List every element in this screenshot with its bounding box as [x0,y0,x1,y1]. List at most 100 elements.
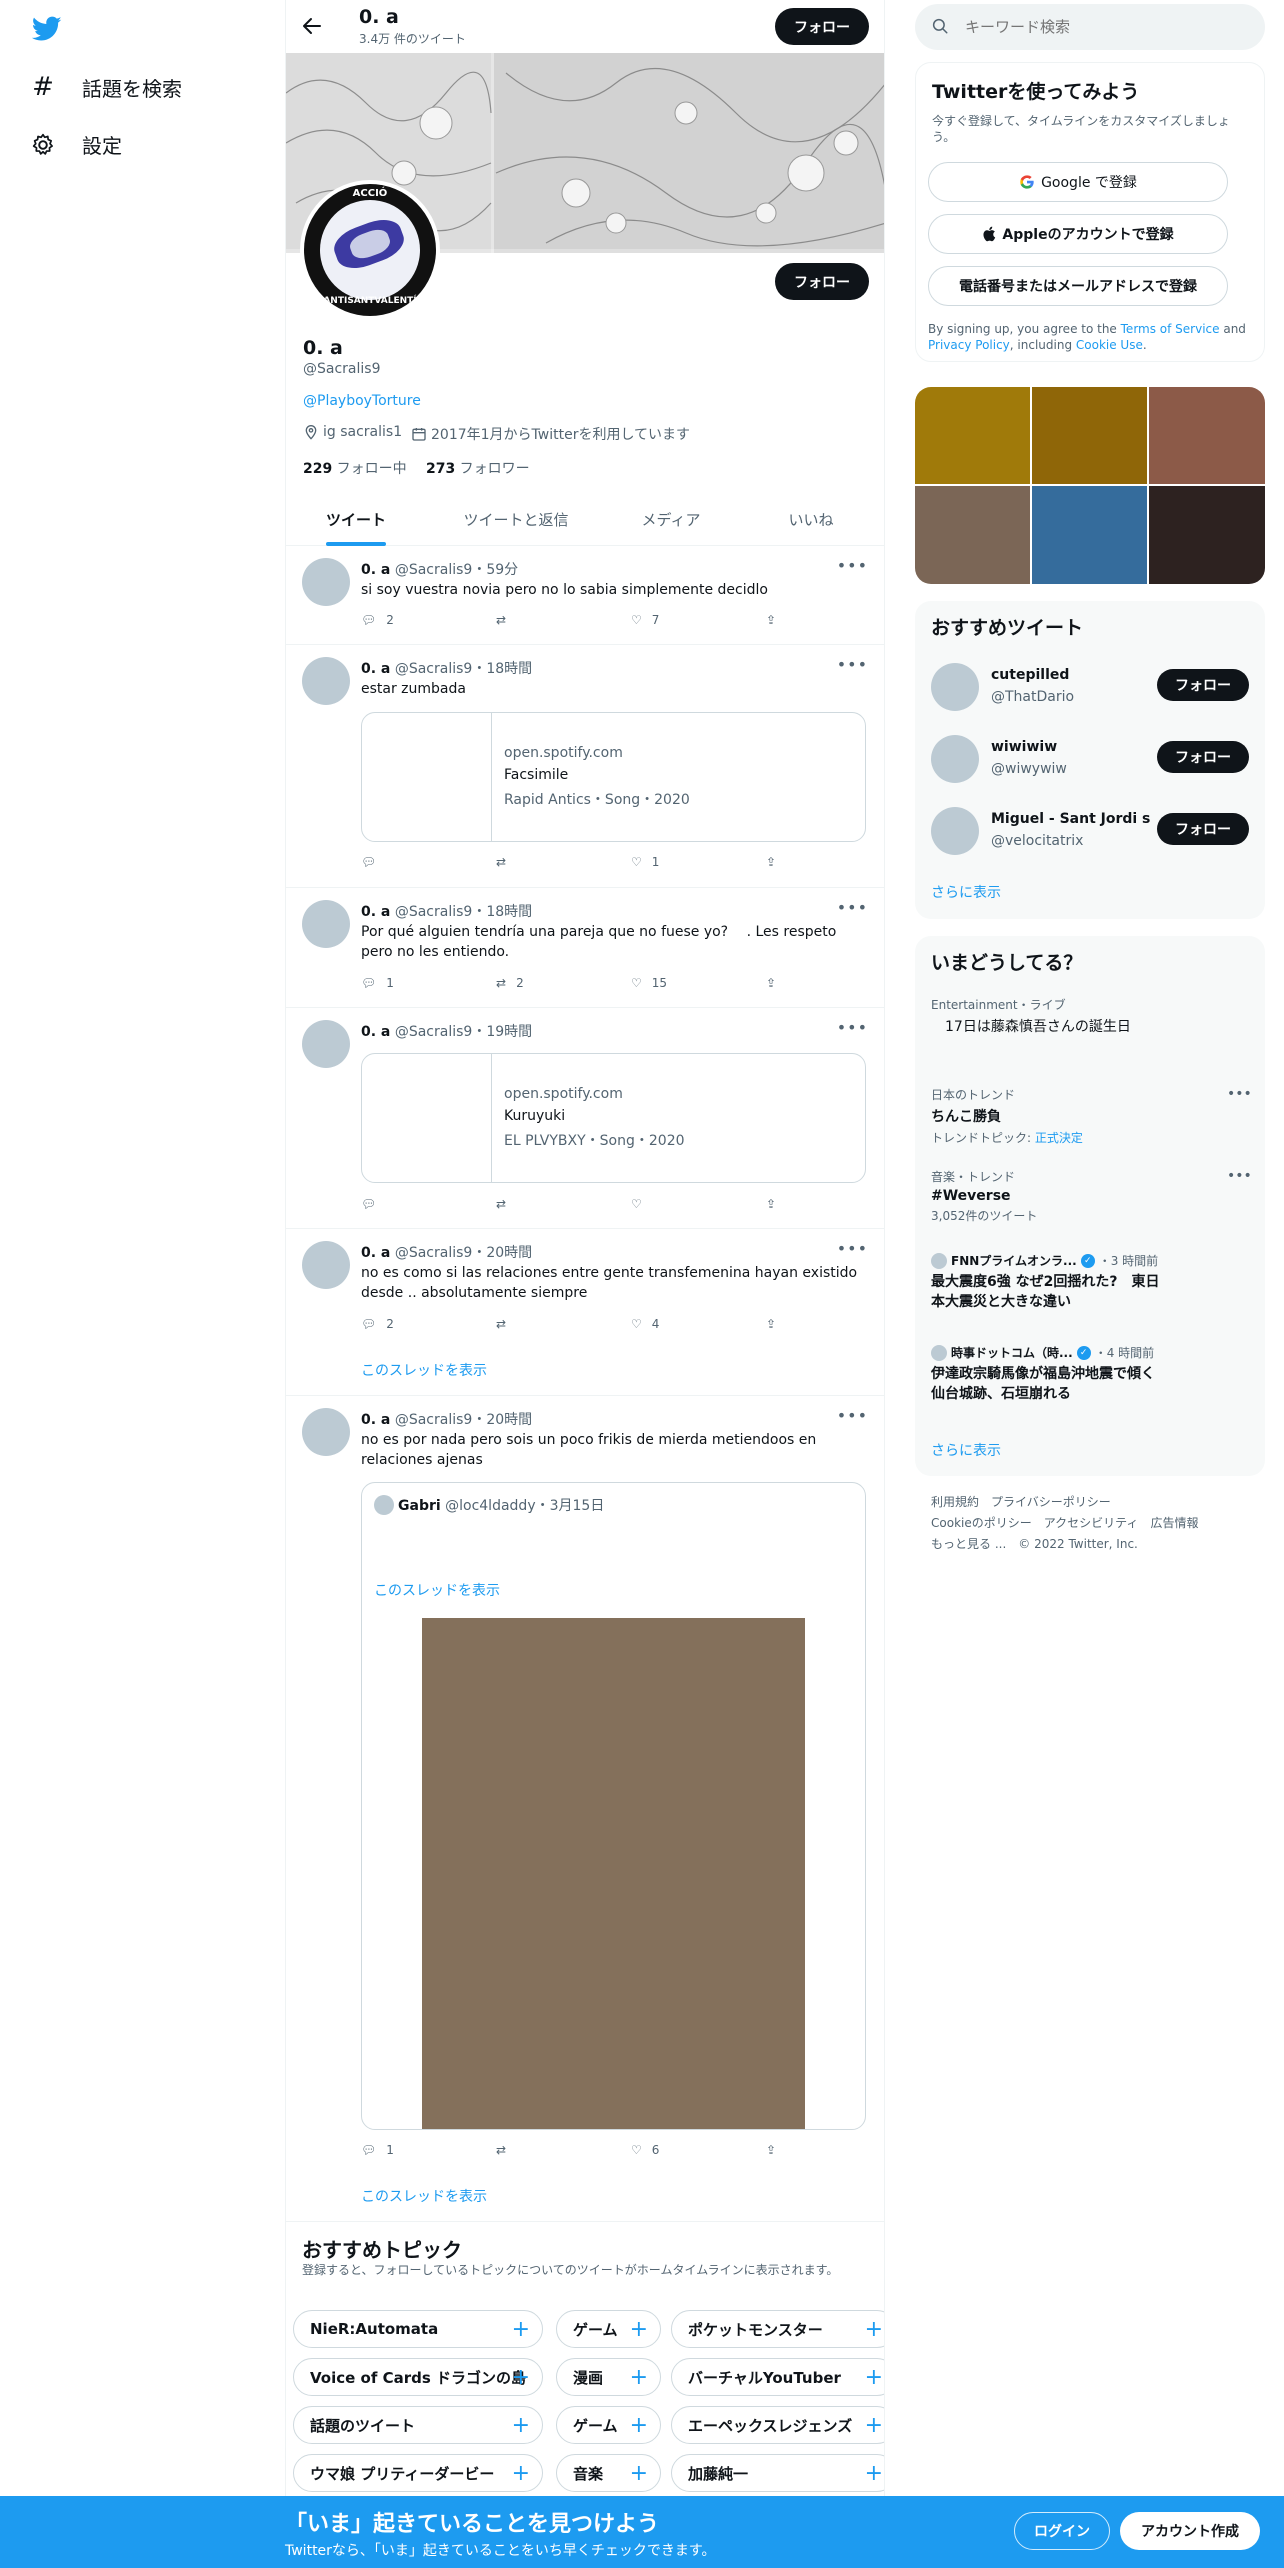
quoted-tweet[interactable]: Gabri @loc4ldaddy・3月15日 このスレッドを表示 [361,1482,866,2130]
cookie-link[interactable]: Cookie Use [1076,338,1143,352]
topic-chip[interactable]: 音楽 + [556,2454,661,2492]
news-item[interactable]: FNNプライムオンラ... ✓ ・3 時間前 最大震度6強 なぜ2回揺れた? 東… [931,1252,1251,1312]
more-options-icon[interactable]: ••• [837,898,868,917]
quoted-media-image[interactable] [422,1618,805,2129]
footer-link[interactable]: 利用規約 [931,1495,979,1509]
header-follow-button[interactable]: フォロー [775,8,869,45]
like-button[interactable]: ♡ [631,1197,642,1211]
tweet-avatar[interactable] [302,657,350,705]
trend-topic-link[interactable]: 正式決定 [1035,1131,1083,1145]
media-thumbnail[interactable] [1032,387,1147,484]
retweet-button[interactable]: ⇄ 2 [496,976,524,990]
media-thumbnail[interactable] [915,486,1030,584]
topic-chip[interactable]: バーチャルYouTuber + [671,2358,884,2396]
like-button[interactable]: ♡ 6 [631,2143,659,2157]
trend-item[interactable]: Entertainment・ライブ 17日は藤森慎吾さんの誕生日 [931,996,1251,1036]
user-avatar[interactable] [931,663,979,711]
news-item[interactable]: 時事ドットコム（時... ✓ ・4 時間前 伊達政宗騎馬像が福島沖地震で傾く 仙… [931,1344,1251,1404]
tweet-time[interactable]: 59分 [486,562,518,578]
media-thumbnail[interactable] [1149,486,1265,584]
share-button[interactable]: ⇪ [766,855,776,869]
tweet-avatar[interactable] [302,900,350,948]
share-button[interactable]: ⇪ [766,2143,776,2157]
footer-link[interactable]: 広告情報 [1150,1516,1198,1530]
following-link[interactable]: 229 フォロー中 [303,458,407,478]
topic-chip[interactable]: エーペックスレジェンズ + [671,2406,884,2444]
tweet-author-name[interactable]: 0. a [361,661,390,677]
show-thread-link[interactable]: このスレッドを表示 [361,2186,487,2206]
like-button[interactable]: ♡ 4 [631,1317,659,1331]
tweet-time[interactable]: 18時間 [486,661,532,677]
retweet-button[interactable]: ⇄ [496,2143,506,2157]
privacy-link[interactable]: Privacy Policy [928,338,1010,352]
profile-avatar[interactable]: ACCIÓ ANTISANTVALENTÍ [300,180,440,320]
tweet-author-name[interactable]: 0. a [361,562,390,578]
tweet[interactable]: 0. a @Sacralis9・19時間 ••• open.spotify.co… [286,1008,884,1229]
user-avatar[interactable] [931,807,979,855]
trends-show-more[interactable]: さらに表示 [931,1440,1001,1460]
nav-settings[interactable]: 設定 [30,130,122,159]
reply-button[interactable]: 💬︎ 2 [361,613,394,627]
show-thread-link[interactable]: このスレッドを表示 [361,1360,487,1380]
like-button[interactable]: ♡ 7 [631,613,659,627]
tab-tweets[interactable]: ツイート [286,492,426,546]
tweet-author-name[interactable]: 0. a [361,1412,390,1428]
like-button[interactable]: ♡ 15 [631,976,667,990]
tweet[interactable]: 0. a @Sacralis9・20時間 ••• no es como si l… [286,1229,884,1396]
more-options-icon[interactable]: ••• [837,655,868,674]
tweet[interactable]: 0. a @Sacralis9・20時間 ••• no es por nada … [286,1396,884,2222]
tweet-time[interactable]: 20時間 [486,1245,532,1261]
link-card[interactable]: open.spotify.com Facsimile Rapid Antics・… [361,712,866,842]
user-name[interactable]: wiwiwiw [991,739,1057,755]
more-options-icon[interactable]: ••• [837,1406,868,1425]
quoted-show-thread-link[interactable]: このスレッドを表示 [374,1580,500,1600]
terms-link[interactable]: Terms of Service [1121,322,1220,336]
media-thumbnail[interactable] [1149,387,1265,484]
topic-chip[interactable]: 漫画 + [556,2358,661,2396]
tweet-author-name[interactable]: 0. a [361,1245,390,1261]
share-button[interactable]: ⇪ [766,1197,776,1211]
more-options-icon[interactable]: ••• [837,1018,868,1037]
topic-chip[interactable]: NieR:Automata + [293,2310,543,2348]
user-name[interactable]: Miguel - Sant Jordi s... [991,811,1151,827]
footer-link[interactable]: アクセシビリティ [1044,1516,1139,1530]
share-button[interactable]: ⇪ [766,1317,776,1331]
retweet-button[interactable]: ⇄ [496,613,516,627]
tweet-time[interactable]: 20時間 [486,1412,532,1428]
create-account-button[interactable]: アカウント作成 [1120,2512,1260,2550]
topic-chip[interactable]: 加藤純一 + [671,2454,884,2492]
trend-item[interactable]: 音楽・トレンド #Weverse 3,052件のツイート [931,1168,1251,1224]
tweet-author-name[interactable]: 0. a [361,1024,390,1040]
topic-chip[interactable]: ゲーム + [556,2406,661,2444]
tweet-time[interactable]: 19時間 [486,1024,532,1040]
topic-chip[interactable]: ゲーム + [556,2310,661,2348]
profile-bio-link[interactable]: @PlayboyTorture [303,393,421,409]
followers-link[interactable]: 273 フォロワー [426,458,530,478]
user-follow-button[interactable]: フォロー [1157,669,1249,701]
topic-chip[interactable]: Voice of Cards ドラゴンの島 + [293,2358,543,2396]
phone-email-signup-button[interactable]: 電話番号またはメールアドレスで登録 [928,266,1228,306]
tweet[interactable]: 0. a @Sacralis9・18時間 ••• Por qué alguien… [286,888,884,1008]
google-signup-button[interactable]: Google で登録 [928,162,1228,202]
twitter-logo-icon[interactable] [32,16,62,42]
tweet-avatar[interactable] [302,558,350,606]
tweet-time[interactable]: 18時間 [486,904,532,920]
more-options-icon[interactable]: ••• [837,556,868,575]
like-button[interactable]: ♡ 1 [631,855,659,869]
user-follow-button[interactable]: フォロー [1157,741,1249,773]
login-button[interactable]: ログイン [1014,2512,1110,2550]
share-button[interactable]: ⇪ [766,613,776,627]
trend-more-icon[interactable]: ••• [1227,1086,1252,1102]
trend-more-icon[interactable]: ••• [1227,1168,1252,1184]
search-box[interactable] [915,4,1265,50]
back-arrow-icon[interactable] [300,14,324,38]
share-button[interactable]: ⇪ [766,976,776,990]
more-options-icon[interactable]: ••• [837,1239,868,1258]
recommended-show-more[interactable]: さらに表示 [931,882,1001,902]
reply-button[interactable]: 💬︎ [361,855,386,869]
retweet-button[interactable]: ⇄ [496,1197,506,1211]
footer-link[interactable]: もっと見る ... [931,1537,1006,1551]
tab-media[interactable]: メディア [606,492,736,546]
user-follow-button[interactable]: フォロー [1157,813,1249,845]
reply-button[interactable]: 💬︎ 1 [361,976,394,990]
